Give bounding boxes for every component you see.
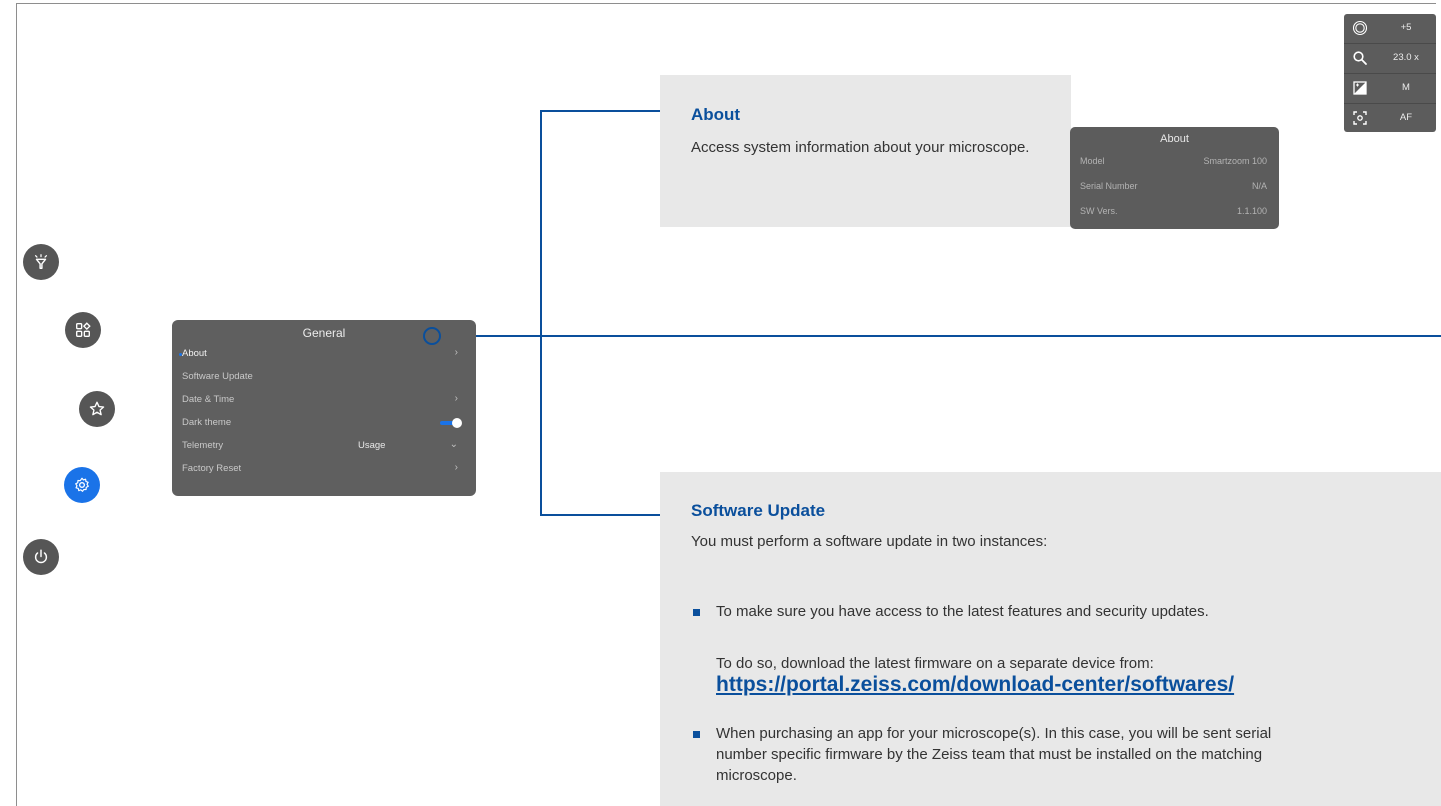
about-value: N/A: [1251, 181, 1267, 191]
status-value: AF: [1399, 112, 1413, 123]
telemetry-value: Usage: [358, 440, 386, 451]
software-update-title: Software Update: [691, 501, 826, 520]
connector-vertical: [540, 110, 542, 516]
chevron-right-icon: ›: [454, 347, 458, 358]
chevron-right-icon: ›: [454, 393, 458, 404]
about-card-title: About: [1160, 133, 1189, 145]
status-illumination[interactable]: +5: [1344, 14, 1436, 44]
about-value: 1.1.100: [1236, 206, 1267, 216]
download-center-link[interactable]: https://portal.zeiss.com/download-center…: [716, 673, 1234, 697]
status-panel: +5 23.0 x M AF: [1344, 14, 1436, 132]
menu-item-dark-theme[interactable]: Dark theme: [182, 413, 462, 435]
illumination-button[interactable]: [23, 244, 59, 280]
connector-horizontal: [435, 335, 1441, 337]
lamp-icon: [34, 254, 48, 270]
about-key: SW Vers.: [1080, 206, 1118, 216]
apps-icon: [76, 322, 91, 337]
connector-to-software-update: [540, 514, 662, 516]
settings-icon: [75, 477, 89, 492]
star-icon: [89, 401, 105, 416]
zoom-icon: [1353, 51, 1367, 65]
about-row-model: Model Smartzoom 100: [1080, 154, 1267, 172]
bullet-marker: [693, 609, 700, 616]
apps-button[interactable]: [65, 312, 101, 348]
status-exposure[interactable]: M: [1344, 74, 1436, 104]
toggle-knob: [452, 418, 462, 428]
chevron-down-icon: ⌄: [449, 439, 458, 450]
settings-button[interactable]: [64, 467, 100, 503]
chevron-right-icon: ›: [454, 462, 458, 473]
power-icon: [34, 549, 48, 564]
menu-item-telemetry[interactable]: Telemetry Usage ⌄: [182, 436, 462, 458]
about-row-sw-version: SW Vers. 1.1.100: [1080, 204, 1267, 222]
exposure-icon: [1353, 81, 1367, 95]
about-key: Serial Number: [1080, 181, 1138, 191]
power-button[interactable]: [23, 539, 59, 575]
menu-item-about[interactable]: About ›: [179, 344, 462, 366]
about-callout: About Access system information about yo…: [660, 75, 1071, 227]
connector-to-about: [540, 110, 662, 112]
dark-theme-toggle[interactable]: [440, 418, 462, 428]
page: General About › Software Update Date & T…: [0, 0, 1441, 806]
menu-item-software-update[interactable]: Software Update: [182, 367, 462, 389]
callout-anchor-ring: [423, 327, 441, 345]
page-frame-left: [16, 3, 17, 806]
autofocus-icon: [1353, 111, 1367, 125]
menu-item-label: Software Update: [182, 371, 253, 382]
menu-item-date-time[interactable]: Date & Time ›: [182, 390, 462, 412]
status-value: M: [1402, 82, 1410, 93]
status-value: +5: [1400, 22, 1412, 33]
about-value: Smartzoom 100: [1203, 156, 1267, 166]
about-key: Model: [1080, 156, 1105, 166]
bullet-text: When purchasing an app for your microsco…: [716, 725, 1272, 784]
software-update-intro: You must perform a software update in tw…: [691, 533, 1048, 550]
menu-item-label: About: [182, 348, 207, 359]
menu-item-factory-reset[interactable]: Factory Reset ›: [182, 459, 462, 481]
favorites-button[interactable]: [79, 391, 115, 427]
bullet-marker: [693, 731, 700, 738]
menu-item-label: Factory Reset: [182, 463, 242, 474]
about-callout-text: Access system information about your mic…: [691, 139, 1030, 156]
download-note: To do so, download the latest firmware o…: [716, 655, 1154, 672]
bullet-text: To make sure you have access to the late…: [716, 603, 1209, 620]
menu-item-label: Dark theme: [182, 417, 232, 428]
about-callout-title: About: [691, 105, 741, 124]
illumination-icon: [1352, 20, 1368, 36]
menu-item-label: Date & Time: [182, 394, 235, 405]
general-menu: General About › Software Update Date & T…: [172, 320, 476, 496]
page-frame-top: [16, 3, 1436, 4]
status-value: 23.0 x: [1393, 52, 1419, 63]
status-autofocus[interactable]: AF: [1344, 104, 1436, 133]
menu-item-label: Telemetry: [182, 440, 224, 451]
about-row-serial: Serial Number N/A: [1080, 179, 1267, 197]
software-update-callout: Software Update You must perform a softw…: [660, 472, 1441, 806]
about-card: About Model Smartzoom 100 Serial Number …: [1070, 127, 1279, 229]
status-zoom[interactable]: 23.0 x: [1344, 44, 1436, 74]
